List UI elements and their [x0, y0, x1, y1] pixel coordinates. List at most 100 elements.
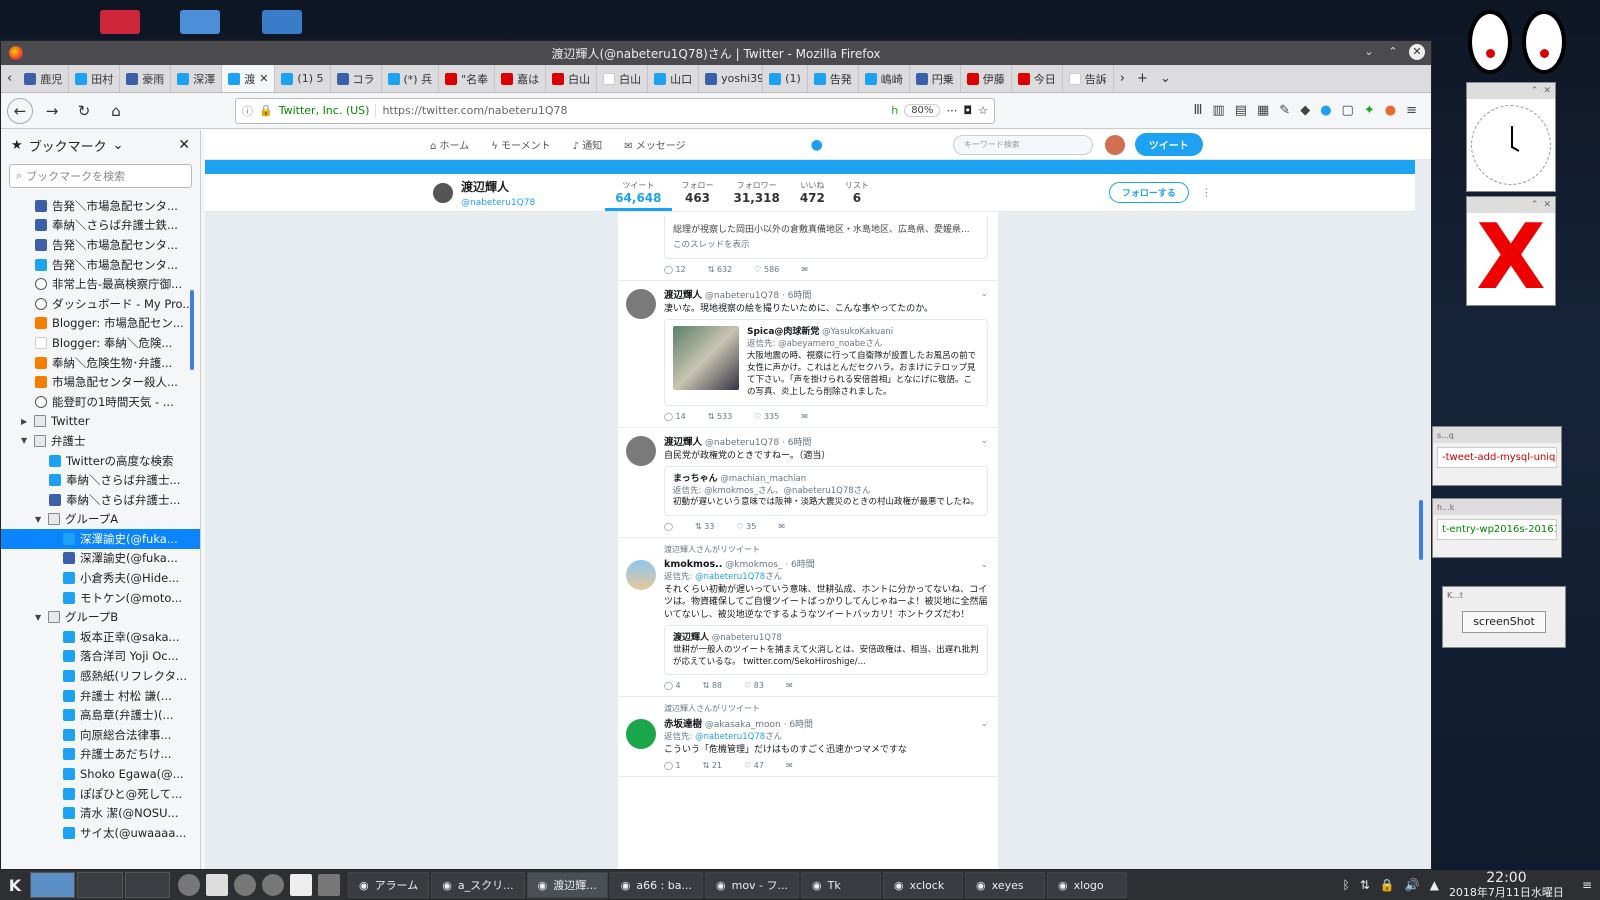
tweet-handle[interactable]: @kmokmos_	[725, 560, 782, 570]
home-icon[interactable]: ⌂	[103, 98, 129, 124]
folder-toggle-icon[interactable]: ▼	[21, 436, 31, 445]
xclock-window[interactable]: ⌃ ✕	[1466, 82, 1556, 192]
tab-19[interactable]: 今日	[1012, 65, 1063, 92]
tray-menu-icon[interactable]: ≡	[1582, 878, 1592, 892]
taskbar-task[interactable]: ◉ xlogo	[1047, 872, 1128, 898]
tab-16[interactable]: 嶋崎	[859, 65, 910, 92]
screenshot-titlebar[interactable]: K...t	[1443, 587, 1565, 603]
tab-2[interactable]: 豪雨	[120, 65, 172, 92]
tab-17[interactable]: 円乗	[910, 65, 961, 92]
bookmark-search-input[interactable]: ⌕ ブックマークを検索	[9, 164, 192, 188]
bookmark-item[interactable]: 高島章(弁護士)(...	[1, 705, 200, 725]
reader-icon[interactable]: ▤	[1235, 103, 1247, 118]
quoted-tweet-image[interactable]	[673, 326, 739, 391]
tab-9[interactable]: 嘉は	[495, 65, 547, 92]
tweet-handle[interactable]: @nabeteru1Q78	[705, 291, 779, 301]
folder-toggle-icon[interactable]: ▶	[21, 417, 31, 426]
desktop-icon-folder[interactable]	[262, 10, 302, 34]
taskbar-task[interactable]: ◉ a_スクリ...	[431, 872, 525, 898]
tweet-menu-chevron-icon[interactable]: ⌄	[980, 719, 988, 729]
bookmark-item[interactable]: 告発＼市場急配センタ...	[1, 235, 200, 255]
tweet-menu-chevron-icon[interactable]: ⌄	[980, 560, 988, 570]
launcher-terminal-icon[interactable]	[318, 874, 340, 896]
close-sidebar-icon[interactable]: ✕	[178, 137, 190, 153]
tweet-avatar[interactable]	[626, 560, 656, 591]
tweet-item[interactable]: ⌄ 渡辺輝人 @nabeteru1Q78 · 6時間 自民党が政権党のときですね…	[618, 428, 998, 539]
desktop-icon-red[interactable]	[100, 10, 140, 34]
pager-desktop-2[interactable]	[77, 872, 123, 898]
screenshot-window[interactable]: K...t screenShot	[1442, 586, 1566, 648]
bookmark-item[interactable]: 坂本正幸(@saka...	[1, 627, 200, 647]
tweet-author[interactable]: 渡辺輝人	[664, 437, 702, 448]
tab-20[interactable]: 告訴	[1063, 65, 1114, 92]
tray-bluetooth-icon[interactable]: ᛒ	[1343, 878, 1350, 892]
tweet-time[interactable]: · 6時間	[782, 438, 811, 448]
tray-expand-icon[interactable]: ▲	[1430, 878, 1439, 892]
profile-name[interactable]: 渡辺輝人	[461, 178, 535, 195]
twitter-search-input[interactable]: キーワード検索	[952, 134, 1093, 155]
retweet-icon[interactable]: ⇅ 632	[708, 265, 733, 274]
launcher-s-icon[interactable]	[262, 874, 284, 896]
tray-network-icon[interactable]: ⇅	[1360, 878, 1370, 892]
extension-green-icon[interactable]: ✦	[1364, 103, 1375, 118]
tab-11[interactable]: 白山	[597, 65, 649, 92]
bookmark-item[interactable]: ▼ グループB	[1, 607, 200, 627]
taskbar-task[interactable]: ◉ Tk	[801, 872, 882, 898]
terminal-1-titlebar[interactable]: s...q	[1433, 427, 1561, 443]
quoted-tweet[interactable]: Spica@肉球新党 @YasukoKakuani 返信先: @abeyamer…	[664, 319, 988, 406]
profile-avatar[interactable]	[431, 180, 455, 205]
extension-h-icon[interactable]: h	[891, 104, 898, 117]
reply-icon[interactable]: ◯ 14	[664, 412, 686, 421]
dm-icon[interactable]: ✉	[786, 681, 793, 690]
new-tab-icon[interactable]: +	[1131, 65, 1154, 92]
tweet-avatar[interactable]	[626, 289, 656, 320]
extension-firefox-icon[interactable]: ●	[1385, 103, 1396, 118]
nav-notifications[interactable]: ♪ 通知	[573, 137, 603, 152]
tweet-avatar[interactable]	[626, 719, 656, 750]
tab-0[interactable]: 鹿児	[18, 65, 70, 92]
xlogo-window[interactable]: ⌃ ✕ X	[1466, 196, 1556, 306]
profile-stat[interactable]: リスト 6	[835, 174, 879, 211]
tray-volume-icon[interactable]: 🔊	[1405, 878, 1420, 892]
nav-messages[interactable]: ✉ メッセージ	[624, 137, 685, 152]
bookmark-item[interactable]: Blogger: 市場急配セン...	[1, 314, 200, 334]
screenshot-button[interactable]: screenShot	[1462, 611, 1546, 633]
tab-4[interactable]: 渡 ✕	[222, 65, 276, 92]
bookmark-item[interactable]: 奉納＼さらば弁護士鉄...	[1, 216, 200, 236]
page-actions-icon[interactable]: ⋯	[946, 104, 957, 117]
sidebar-header[interactable]: ★ ブックマーク ⌄ ✕	[1, 130, 200, 160]
tab-scroll-right-icon[interactable]: ›	[1114, 65, 1131, 92]
like-icon[interactable]: ♡ 47	[744, 761, 764, 770]
like-icon[interactable]: ♡ 335	[754, 412, 779, 421]
tab-8[interactable]: "名奉	[439, 65, 496, 92]
chevron-down-icon[interactable]: ⌄	[113, 138, 124, 153]
url-text[interactable]: https://twitter.com/nabeteru1Q78	[382, 104, 885, 117]
like-icon[interactable]: ♡ 35	[736, 522, 756, 531]
url-bar[interactable]: ⓘ 🔒 Twitter, Inc. (US) https://twitter.c…	[235, 97, 995, 124]
quoted-tweet[interactable]: 渡辺輝人 @nabeteru1Q78 世耕が一般人のツイートを捕まえて火消しとは…	[664, 624, 988, 676]
bookmark-item[interactable]: Twitterの高度な検索	[1, 451, 200, 471]
bookmark-item[interactable]: サイ太(@uwaaaa...	[1, 823, 200, 843]
launcher-editor-icon[interactable]	[206, 874, 228, 896]
bookmark-item[interactable]: ▼ グループA	[1, 510, 200, 530]
reply-icon[interactable]: ◯	[664, 522, 673, 531]
bookmark-star-icon[interactable]: ☆	[978, 104, 988, 117]
like-icon[interactable]: ♡ 83	[744, 681, 764, 690]
forward-icon[interactable]: →	[39, 98, 65, 124]
tweet-time[interactable]: · 6時間	[785, 560, 814, 570]
tweet-author[interactable]: 赤坂達樹	[664, 719, 702, 730]
close-tab-icon[interactable]: ✕	[259, 72, 268, 85]
bookmark-item[interactable]: ダッシュボード - My Pro...	[1, 294, 200, 314]
profile-stat[interactable]: フォロー 463	[672, 174, 724, 211]
desktop-pager[interactable]	[30, 872, 170, 898]
bookmark-item[interactable]: ▼ 弁護士	[1, 431, 200, 451]
window-titlebar[interactable]: 渡辺輝人(@nabeteru1Q78)さん | Twitter - Mozill…	[1, 41, 1431, 65]
reply-icon[interactable]: ◯ 4	[664, 681, 681, 690]
bookmark-item[interactable]: 向原総合法律事...	[1, 725, 200, 745]
zoom-level[interactable]: 80%	[904, 104, 941, 117]
tweet-time[interactable]: · 6時間	[784, 720, 813, 730]
bookmark-item[interactable]: 市場急配センター殺人...	[1, 372, 200, 392]
maximize-icon[interactable]: ⌃	[1385, 44, 1401, 60]
bookmark-item[interactable]: 奉納＼さらば弁護士...	[1, 470, 200, 490]
library-icon[interactable]: Ⅲ	[1193, 103, 1202, 118]
